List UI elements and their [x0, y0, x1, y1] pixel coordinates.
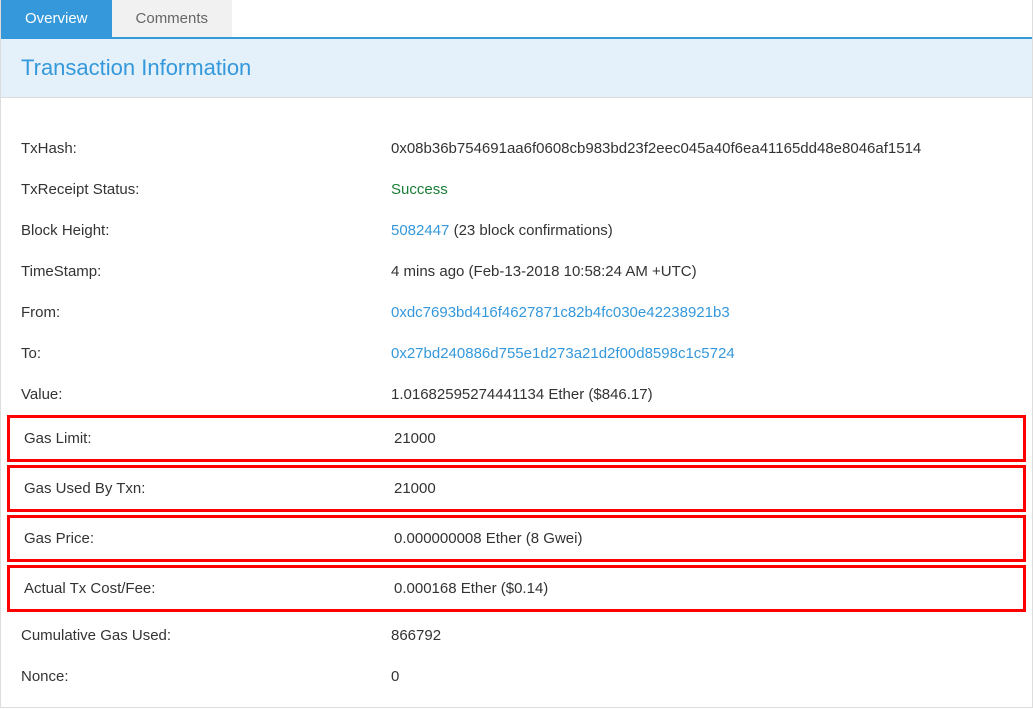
row-tx-fee: Actual Tx Cost/Fee: 0.000168 Ether ($0.1… [10, 568, 1023, 609]
panel-title: Transaction Information [1, 39, 1032, 98]
block-confirmations: (23 block confirmations) [449, 222, 612, 239]
label-gas-price: Gas Price: [24, 530, 394, 547]
label-timestamp: TimeStamp: [21, 263, 391, 280]
label-status: TxReceipt Status: [21, 181, 391, 198]
row-block-height: Block Height: 5082447 (23 block confirma… [1, 210, 1032, 251]
label-to: To: [21, 345, 391, 362]
label-txhash: TxHash: [21, 140, 391, 157]
row-to: To: 0x27bd240886d755e1d273a21d2f00d8598c… [1, 333, 1032, 374]
row-cumulative-gas: Cumulative Gas Used: 866792 [1, 615, 1032, 656]
tabs: Overview Comments [1, 0, 1032, 39]
tab-overview[interactable]: Overview [1, 0, 112, 37]
row-gas-used: Gas Used By Txn: 21000 [10, 468, 1023, 509]
block-link[interactable]: 5082447 [391, 222, 449, 239]
label-nonce: Nonce: [21, 668, 391, 685]
value-from[interactable]: 0xdc7693bd416f4627871c82b4fc030e42238921… [391, 304, 730, 321]
label-from: From: [21, 304, 391, 321]
value-to[interactable]: 0x27bd240886d755e1d273a21d2f00d8598c1c57… [391, 345, 735, 362]
row-gas-limit: Gas Limit: 21000 [10, 418, 1023, 459]
transaction-details: TxHash: 0x08b36b754691aa6f0608cb983bd23f… [1, 98, 1032, 707]
row-from: From: 0xdc7693bd416f4627871c82b4fc030e42… [1, 292, 1032, 333]
row-status: TxReceipt Status: Success [1, 169, 1032, 210]
highlight-tx-fee: Actual Tx Cost/Fee: 0.000168 Ether ($0.1… [7, 565, 1026, 612]
label-value: Value: [21, 386, 391, 403]
value-cumulative-gas: 866792 [391, 627, 441, 644]
label-cumulative-gas: Cumulative Gas Used: [21, 627, 391, 644]
highlight-gas-limit: Gas Limit: 21000 [7, 415, 1026, 462]
highlight-gas-used: Gas Used By Txn: 21000 [7, 465, 1026, 512]
row-txhash: TxHash: 0x08b36b754691aa6f0608cb983bd23f… [1, 128, 1032, 169]
value-txhash: 0x08b36b754691aa6f0608cb983bd23f2eec045a… [391, 140, 921, 157]
row-value: Value: 1.01682595274441134 Ether ($846.1… [1, 374, 1032, 415]
value-gas-used: 21000 [394, 480, 436, 497]
value-status: Success [391, 181, 448, 198]
transaction-panel: Overview Comments Transaction Informatio… [0, 0, 1033, 708]
highlight-gas-price: Gas Price: 0.000000008 Ether (8 Gwei) [7, 515, 1026, 562]
label-tx-fee: Actual Tx Cost/Fee: [24, 580, 394, 597]
label-gas-used: Gas Used By Txn: [24, 480, 394, 497]
value-block-height: 5082447 (23 block confirmations) [391, 222, 613, 239]
row-timestamp: TimeStamp: 4 mins ago (Feb-13-2018 10:58… [1, 251, 1032, 292]
value-gas-limit: 21000 [394, 430, 436, 447]
label-gas-limit: Gas Limit: [24, 430, 394, 447]
value-value: 1.01682595274441134 Ether ($846.17) [391, 386, 653, 403]
value-tx-fee: 0.000168 Ether ($0.14) [394, 580, 548, 597]
row-nonce: Nonce: 0 [1, 656, 1032, 697]
value-gas-price: 0.000000008 Ether (8 Gwei) [394, 530, 582, 547]
value-timestamp: 4 mins ago (Feb-13-2018 10:58:24 AM +UTC… [391, 263, 697, 280]
tab-comments[interactable]: Comments [112, 0, 233, 37]
value-nonce: 0 [391, 668, 399, 685]
row-gas-price: Gas Price: 0.000000008 Ether (8 Gwei) [10, 518, 1023, 559]
label-block-height: Block Height: [21, 222, 391, 239]
